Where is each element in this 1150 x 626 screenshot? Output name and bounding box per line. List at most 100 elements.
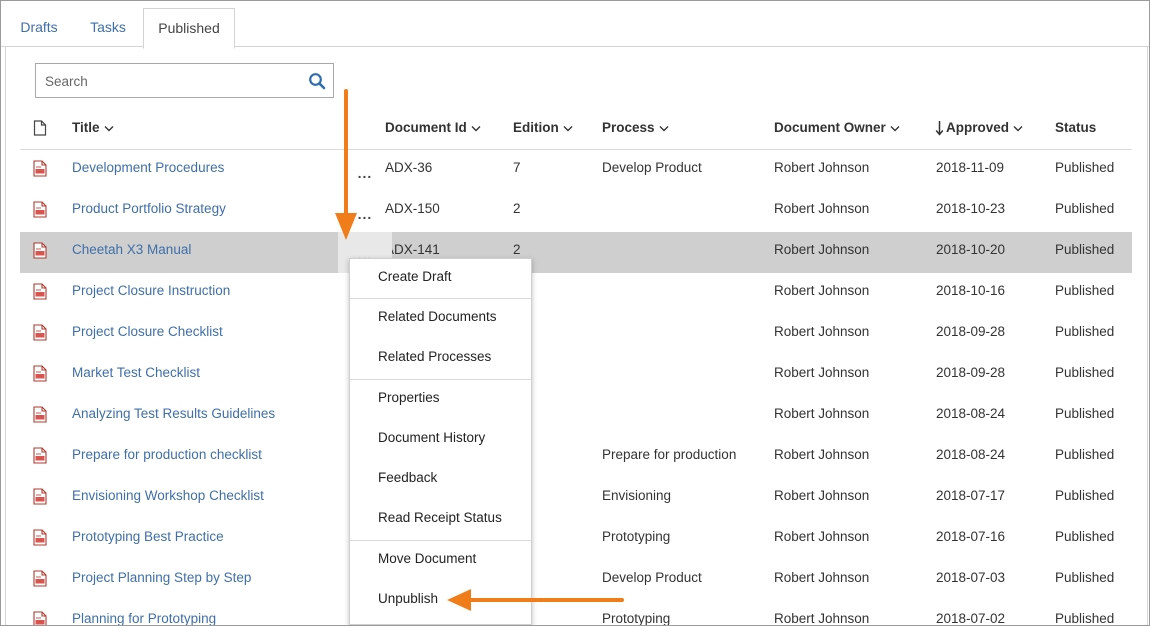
table-row[interactable]: Envisioning Workshop Checklist Envisionin…	[20, 478, 1132, 519]
tab-published[interactable]: Published	[143, 8, 235, 49]
properties-menu-item[interactable]: Properties	[350, 380, 531, 416]
column-header-document-owner-label: Document Owner	[774, 120, 886, 135]
column-header-process[interactable]: Process	[602, 113, 669, 143]
column-header-edition-label: Edition	[513, 120, 559, 135]
document-title-link[interactable]: Market Test Checklist	[72, 355, 200, 396]
table-row[interactable]: Development Procedures ADX-36 7 Develop Pro…	[20, 150, 1132, 191]
tab-drafts[interactable]: Drafts	[7, 9, 71, 46]
column-header-status-label: Status	[1055, 120, 1097, 135]
column-header-edition[interactable]: Edition	[513, 113, 573, 143]
status-cell: Published	[1055, 447, 1115, 462]
search-input[interactable]	[45, 72, 295, 90]
approved-date-cell: 2018-07-02	[936, 611, 1006, 626]
column-header-document-id-label: Document Id	[385, 120, 467, 135]
row-context-menu: Create Draft Related Documents Related Pro…	[349, 258, 532, 625]
document-id-cell: ADX-36	[385, 160, 433, 175]
column-header-process-label: Process	[602, 120, 655, 135]
pdf-document-icon	[33, 160, 47, 177]
document-title-link[interactable]: Envisioning Workshop Checklist	[72, 478, 264, 519]
move-document-menu-item[interactable]: Move Document	[350, 541, 531, 577]
approved-date-cell: 2018-08-24	[936, 406, 1006, 421]
owner-cell: Robert Johnson	[774, 529, 870, 544]
document-title-link[interactable]: Planning for Prototyping	[72, 601, 216, 625]
table-row[interactable]: Cheetah X3 Manual ADX-141 2 Robert Johnson 2…	[20, 232, 1132, 273]
status-cell: Published	[1055, 160, 1115, 175]
table-row[interactable]: Planning for Prototyping Prototyping Rober…	[20, 601, 1132, 626]
document-history-menu-item[interactable]: Document History	[350, 420, 531, 456]
chevron-down-icon	[471, 125, 481, 132]
row-actions-button[interactable]: ...	[338, 191, 392, 232]
owner-cell: Robert Johnson	[774, 447, 870, 462]
pdf-document-icon	[33, 570, 47, 587]
owner-cell: Robert Johnson	[774, 242, 870, 257]
tab-tasks[interactable]: Tasks	[75, 9, 141, 46]
chevron-down-icon	[563, 125, 573, 132]
related-documents-menu-item[interactable]: Related Documents	[350, 299, 531, 335]
chevron-down-icon	[1013, 125, 1023, 132]
column-header-document-id[interactable]: Document Id	[385, 113, 481, 143]
document-title-link[interactable]: Prototyping Best Practice	[72, 519, 224, 560]
feedback-menu-item[interactable]: Feedback	[350, 460, 531, 496]
status-cell: Published	[1055, 529, 1115, 544]
table-row[interactable]: Product Portfolio Strategy ADX-150 2 Robert…	[20, 191, 1132, 232]
menu-separator	[350, 540, 531, 541]
document-title-link[interactable]: Analyzing Test Results Guidelines	[72, 396, 275, 437]
pdf-document-icon	[33, 406, 47, 423]
approved-date-cell: 2018-09-28	[936, 365, 1006, 380]
process-cell: Develop Product	[602, 160, 702, 175]
owner-cell: Robert Johnson	[774, 324, 870, 339]
menu-separator	[350, 379, 531, 380]
process-cell: Prepare for production	[602, 447, 737, 462]
process-cell: Develop Product	[602, 570, 702, 585]
approved-date-cell: 2018-08-24	[936, 447, 1006, 462]
chevron-down-icon	[104, 125, 114, 132]
document-title-link[interactable]: Prepare for production checklist	[72, 437, 262, 478]
table-row[interactable]: Market Test Checklist Robert Johnson 2018-…	[20, 355, 1132, 396]
document-id-cell: ADX-150	[385, 201, 440, 216]
approved-date-cell: 2018-10-16	[936, 283, 1006, 298]
column-header-title[interactable]: Title	[72, 113, 114, 143]
pdf-document-icon	[33, 447, 47, 464]
document-title-link[interactable]: Development Procedures	[72, 150, 224, 191]
document-title-link[interactable]: Project Closure Checklist	[72, 314, 223, 355]
column-header-title-label: Title	[72, 120, 100, 135]
owner-cell: Robert Johnson	[774, 570, 870, 585]
pdf-document-icon	[33, 283, 47, 300]
owner-cell: Robert Johnson	[774, 365, 870, 380]
pdf-document-icon	[33, 365, 47, 382]
table-row[interactable]: Analyzing Test Results Guidelines Robert …	[20, 396, 1132, 437]
table-row[interactable]: Project Planning Step by Step Develop Pro…	[20, 560, 1132, 601]
edition-cell: 2	[513, 201, 521, 216]
status-cell: Published	[1055, 201, 1115, 216]
column-header-approved[interactable]: Approved	[935, 113, 1023, 143]
approved-date-cell: 2018-07-17	[936, 488, 1006, 503]
table-row[interactable]: Prepare for production checklist Prepare …	[20, 437, 1132, 478]
document-column-icon	[33, 120, 47, 136]
create-draft-menu-item[interactable]: Create Draft	[350, 259, 531, 295]
owner-cell: Robert Johnson	[774, 201, 870, 216]
status-cell: Published	[1055, 283, 1115, 298]
process-cell: Envisioning	[602, 488, 672, 503]
process-cell: Prototyping	[602, 611, 671, 626]
search-box[interactable]	[35, 63, 334, 98]
owner-cell: Robert Johnson	[774, 406, 870, 421]
table-row[interactable]: Prototyping Best Practice Prototyping Robe…	[20, 519, 1132, 560]
search-icon[interactable]	[308, 72, 326, 90]
read-receipt-status-menu-item[interactable]: Read Receipt Status	[350, 500, 531, 536]
unpublish-menu-item[interactable]: Unpublish	[350, 581, 531, 617]
table-row[interactable]: Project Closure Instruction Robert Johnso…	[20, 273, 1132, 314]
owner-cell: Robert Johnson	[774, 488, 870, 503]
document-title-link[interactable]: Project Planning Step by Step	[72, 560, 251, 601]
owner-cell: Robert Johnson	[774, 160, 870, 175]
row-actions-button[interactable]: ...	[338, 150, 392, 191]
approved-date-cell: 2018-11-09	[936, 160, 1005, 175]
related-processes-menu-item[interactable]: Related Processes	[350, 339, 531, 375]
process-cell: Prototyping	[602, 529, 671, 544]
column-header-document-owner[interactable]: Document Owner	[774, 113, 900, 143]
document-title-link[interactable]: Cheetah X3 Manual	[72, 232, 191, 273]
document-title-link[interactable]: Project Closure Instruction	[72, 273, 230, 314]
document-title-link[interactable]: Product Portfolio Strategy	[72, 191, 226, 232]
pdf-document-icon	[33, 488, 47, 505]
status-cell: Published	[1055, 406, 1115, 421]
table-row[interactable]: Project Closure Checklist Robert Johnson 2…	[20, 314, 1132, 355]
